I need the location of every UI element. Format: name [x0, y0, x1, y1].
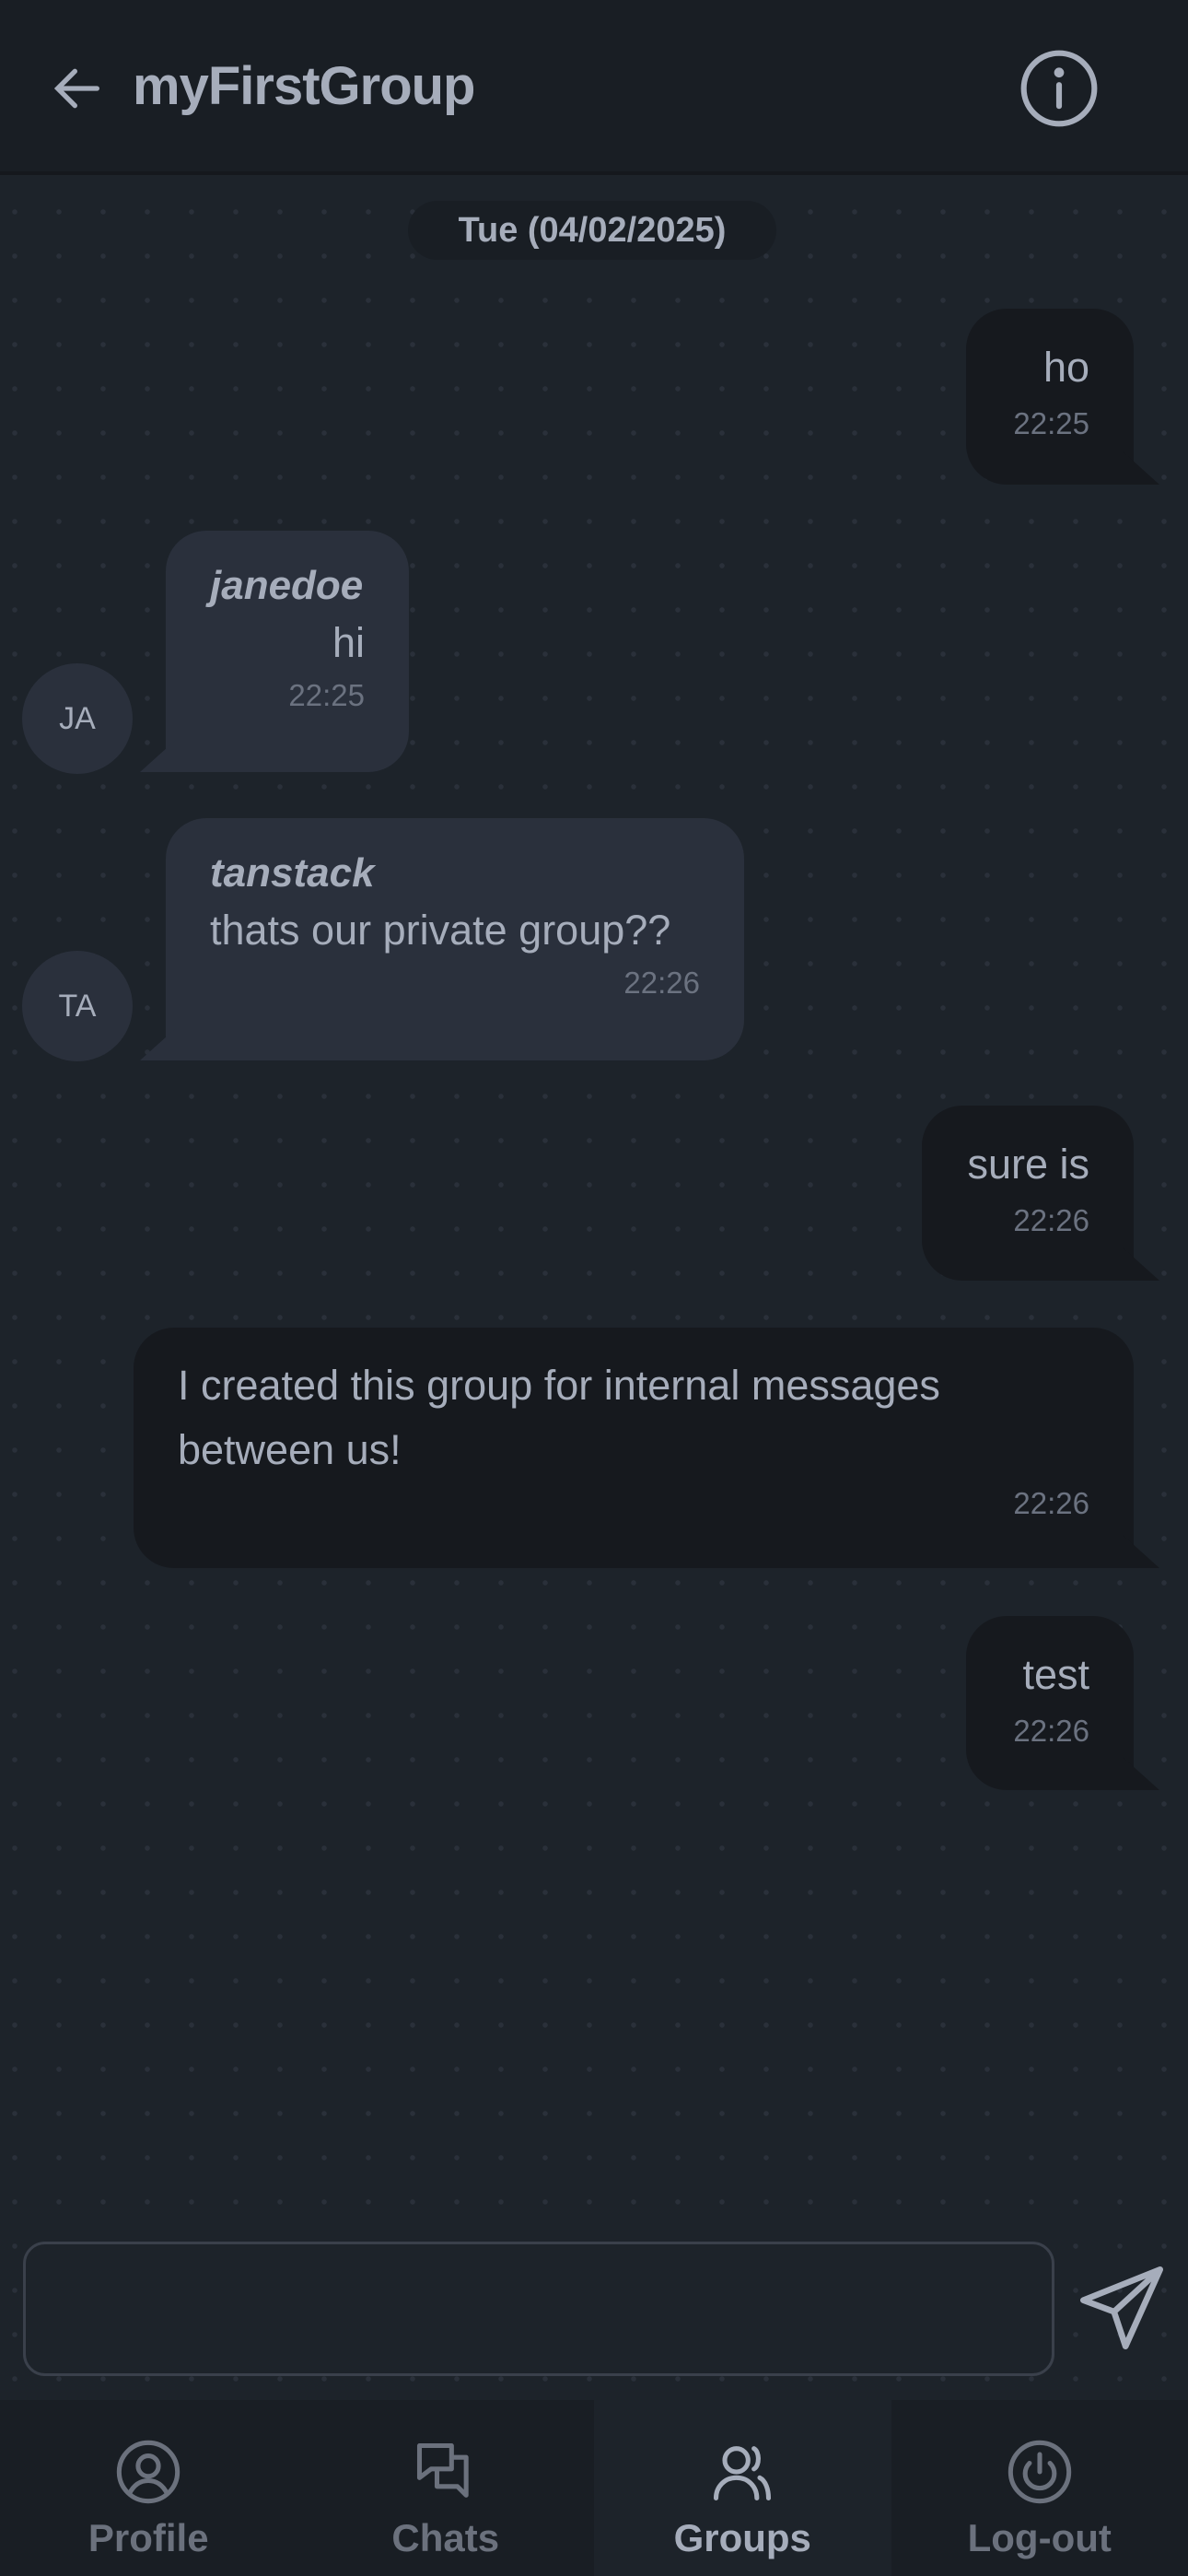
message-text: hi: [332, 619, 365, 666]
nav-tab-groups[interactable]: Groups: [594, 2400, 891, 2576]
message-bubble: janedoe hi 22:25: [166, 531, 409, 772]
message-text: I created this group for internal messag…: [178, 1362, 940, 1473]
users-icon: [714, 2446, 772, 2501]
message-time: 22:25: [1013, 406, 1089, 440]
message-bubble: tanstack thats our private group?? 22:26: [166, 818, 744, 1060]
date-separator: Tue (04/02/2025): [408, 201, 776, 260]
chat-bubbles-icon: [416, 2442, 469, 2498]
group-chat-screen: myFirstGroup Tue (04/02/2025) ho 22:25 J…: [0, 0, 1188, 2576]
message-sender: tanstack: [210, 850, 375, 896]
message-time: 22:25: [288, 678, 365, 712]
message-time: 22:26: [1013, 1486, 1089, 1520]
message-bubble: test 22:26: [966, 1616, 1134, 1790]
nav-label: Profile: [87, 2516, 209, 2559]
nav-label: Chats: [391, 2516, 500, 2559]
message-text: test: [1022, 1651, 1089, 1698]
info-circle-icon[interactable]: [1017, 46, 1101, 131]
message-time: 22:26: [623, 966, 700, 1000]
message-text: thats our private group??: [210, 907, 671, 954]
chat-header: myFirstGroup: [0, 0, 1188, 175]
message-time: 22:26: [1013, 1714, 1089, 1748]
message-bubble: ho 22:25: [966, 309, 1134, 485]
message-text: ho: [1042, 344, 1089, 391]
message-time: 22:26: [1013, 1203, 1089, 1237]
nav-tab-chats[interactable]: Chats: [297, 2400, 595, 2576]
paper-plane-icon[interactable]: [1076, 2262, 1168, 2354]
bottom-navigation: Profile Chats Groups Log-out: [0, 2400, 1188, 2576]
nav-tab-logout[interactable]: Log-out: [891, 2400, 1188, 2576]
message-sender: janedoe: [210, 563, 364, 608]
group-title: myFirstGroup: [133, 56, 475, 116]
message-input[interactable]: [23, 2242, 1054, 2376]
message-text: sure is: [967, 1141, 1089, 1188]
power-icon: [1007, 2440, 1071, 2504]
nav-label: Groups: [673, 2516, 811, 2559]
avatar[interactable]: JA: [22, 663, 133, 774]
nav-label: Log-out: [967, 2516, 1112, 2559]
avatar[interactable]: TA: [22, 951, 133, 1061]
user-circle-icon: [117, 2440, 181, 2504]
message-bubble: I created this group for internal messag…: [134, 1328, 1134, 1568]
nav-tab-profile[interactable]: Profile: [0, 2400, 297, 2576]
arrow-left-icon[interactable]: [48, 59, 107, 118]
message-bubble: sure is 22:26: [922, 1106, 1134, 1281]
